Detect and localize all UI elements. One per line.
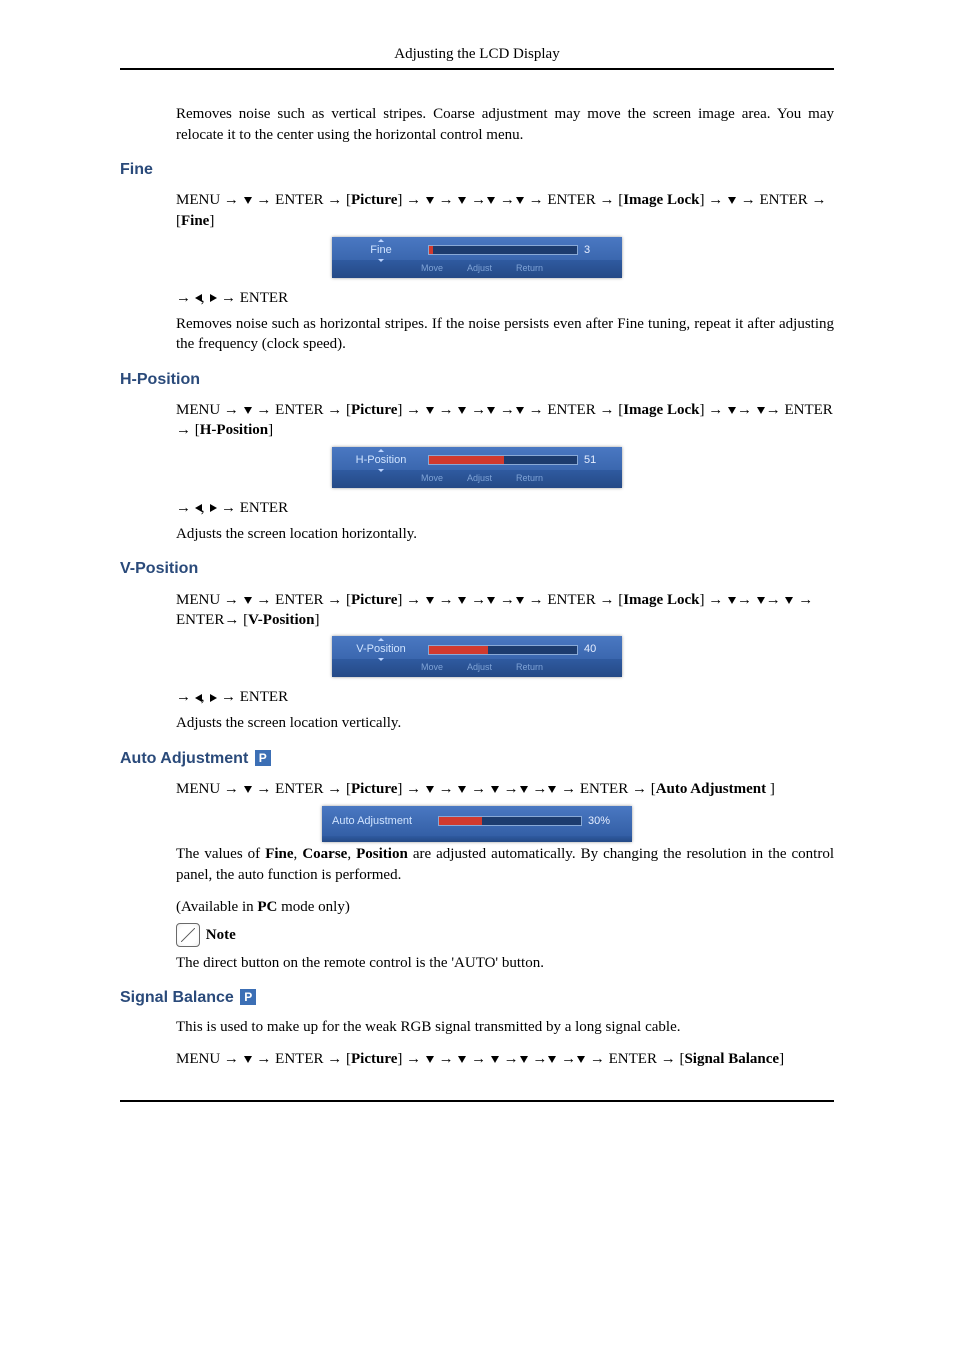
osd-bar-fill [429, 646, 488, 654]
desc-vpos: Adjusts the screen location vertically. [120, 713, 834, 733]
nav-vpos-after: → , → ENTER [120, 687, 834, 707]
nav-hpos: MENU → → ENTER → [Picture] → → → → → ENT… [120, 400, 834, 441]
nav-auto: MENU → → ENTER → [Picture] → → → → → → E… [120, 779, 834, 799]
intro-sigbal: This is used to make up for the weak RGB… [120, 1017, 834, 1037]
osd-label: H-Position [356, 454, 407, 466]
osd-hpos: H-Position 51 Move Adjust Return [332, 447, 622, 488]
heading-auto: Auto Adjustment P [120, 748, 834, 770]
osd-value: 51 [584, 453, 614, 468]
osd-vpos: V-Position 40 Move Adjust Return [332, 636, 622, 677]
p-badge-icon: P [255, 750, 271, 766]
intro-paragraph: Removes noise such as vertical stripes. … [120, 104, 834, 145]
note-label: Note [206, 927, 236, 943]
osd-value: 40 [584, 642, 614, 657]
header-rule [120, 68, 834, 70]
note-row: Note [120, 923, 834, 947]
footer-rule [120, 1100, 834, 1102]
osd-fine: Fine 3 Move Adjust Return [332, 237, 622, 278]
osd-bar-fill [429, 246, 433, 254]
heading-fine: Fine [120, 159, 834, 181]
osd-label: Fine [370, 244, 391, 256]
osd-bar-fill [439, 817, 482, 825]
desc-auto: The values of Fine, Coarse, Position are… [120, 844, 834, 885]
page-header: Adjusting the LCD Display [120, 44, 834, 68]
osd-value: 3 [584, 243, 614, 258]
heading-sigbal: Signal Balance P [120, 987, 834, 1009]
desc-hpos: Adjusts the screen location horizontally… [120, 524, 834, 544]
nav-fine-after: → , → ENTER [120, 288, 834, 308]
nav-vpos: MENU → → ENTER → [Picture] → → → → → ENT… [120, 590, 834, 631]
osd-bar-fill [429, 456, 504, 464]
nav-fine: MENU → → ENTER → [Picture] → → → → → ENT… [120, 190, 834, 231]
heading-hpos: H-Position [120, 369, 834, 391]
osd-auto: Auto Adjustment 30% [322, 806, 632, 843]
osd-label: V-Position [356, 643, 406, 655]
note-icon [176, 923, 200, 947]
desc-fine: Removes noise such as horizontal stripes… [120, 314, 834, 355]
note-body: The direct button on the remote control … [120, 953, 834, 973]
avail-auto: (Available in PC mode only) [120, 897, 834, 917]
nav-hpos-after: → , → ENTER [120, 498, 834, 518]
heading-vpos: V-Position [120, 558, 834, 580]
p-badge-icon: P [240, 989, 256, 1005]
nav-sigbal: MENU → → ENTER → [Picture] → → → → → → →… [120, 1049, 834, 1069]
osd-value: 30% [588, 814, 622, 829]
osd-label: Auto Adjustment [332, 814, 432, 829]
